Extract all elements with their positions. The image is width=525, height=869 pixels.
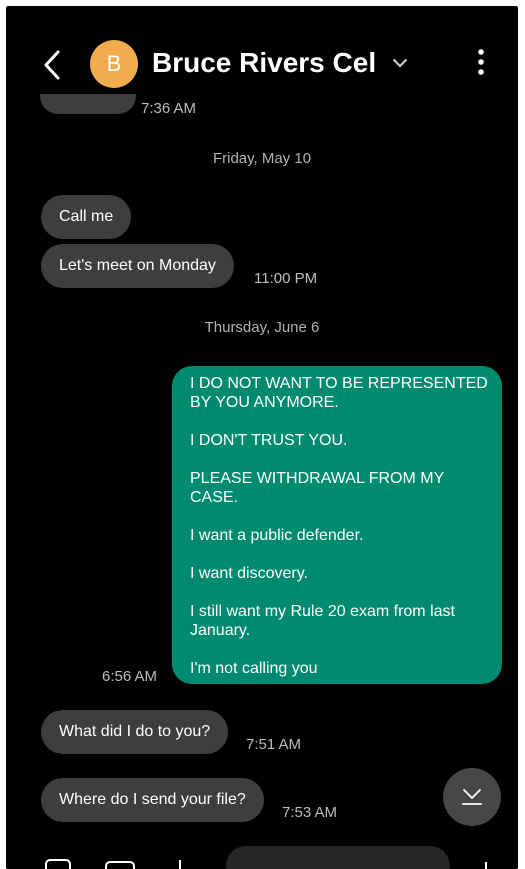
partial-message-bubble[interactable] <box>40 94 136 114</box>
received-message[interactable]: Call me <box>41 195 132 239</box>
back-arrow-icon <box>44 50 60 80</box>
sent-message-paragraph: PLEASE WITHDRAWAL FROM MY CASE. <box>190 470 444 506</box>
more-options-button[interactable] <box>476 48 486 76</box>
message-time: 11:00 PM <box>254 270 318 287</box>
sent-message-paragraph: I want a public defender. <box>190 527 364 544</box>
contact-name[interactable]: Bruce Rivers Cel <box>152 42 376 84</box>
avatar[interactable]: B <box>90 40 138 88</box>
received-message[interactable]: What did I do to you? <box>41 710 229 754</box>
sent-message-paragraph: I DO NOT WANT TO BE REPRESENTED BY YOU A… <box>190 375 488 411</box>
scroll-to-bottom-button[interactable] <box>443 768 501 826</box>
sent-message-paragraph: I DON'T TRUST YOU. <box>190 432 348 449</box>
received-message[interactable]: Where do I send your file? <box>41 778 264 822</box>
message-time: 7:36 AM <box>141 100 197 117</box>
date-separator: Friday, May 10 <box>212 150 312 167</box>
phone-screen: B Bruce Rivers Cel 7:36 AM Friday, May 1… <box>6 6 518 869</box>
message-time: 7:51 AM <box>246 736 302 753</box>
sent-message-paragraph: I still want my Rule 20 exam from last J… <box>190 603 455 639</box>
date-separator: Thursday, June 6 <box>204 319 320 336</box>
sent-message-paragraph: I want discovery. <box>190 565 308 582</box>
scroll-down-icon <box>462 789 482 805</box>
sent-message[interactable]: I DO NOT WANT TO BE REPRESENTED BY YOU A… <box>172 366 502 684</box>
back-button[interactable] <box>40 44 68 86</box>
more-vert-icon <box>478 49 484 75</box>
message-input[interactable] <box>226 846 450 869</box>
message-time: 6:56 AM <box>102 668 158 685</box>
sent-message-paragraph: I'm not calling you <box>190 660 318 677</box>
received-message[interactable]: Let's meet on Monday <box>41 244 234 288</box>
gallery-icon <box>45 859 71 869</box>
message-time: 7:53 AM <box>282 804 338 821</box>
chevron-down-icon[interactable] <box>392 56 408 68</box>
camera-icon <box>105 861 135 869</box>
